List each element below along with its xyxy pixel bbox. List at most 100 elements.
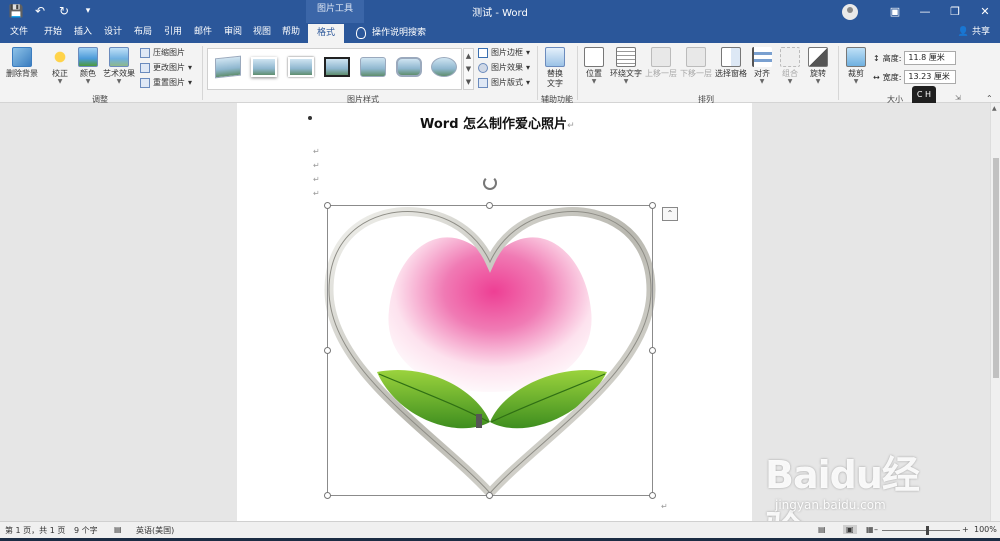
share-button[interactable]: 👤 共享 <box>958 23 990 43</box>
picture-style-5[interactable] <box>360 57 386 77</box>
resize-handle-bottom-right[interactable] <box>649 492 656 499</box>
color-button[interactable]: 颜色 ▼ <box>78 47 98 85</box>
tab-format[interactable]: 格式 <box>308 23 344 43</box>
close-icon[interactable]: ✕ <box>970 0 1000 23</box>
dropdown-arrow-icon: ▼ <box>787 78 793 85</box>
gallery-scroll[interactable]: ▲ ▼ ▼ <box>463 48 474 90</box>
alt-text-button[interactable]: 替换 文字 <box>545 47 565 89</box>
minimize-icon[interactable]: — <box>910 0 940 23</box>
resize-handle-left[interactable] <box>324 347 331 354</box>
tab-file[interactable]: 文件 <box>6 23 32 43</box>
tab-layout[interactable]: 布局 <box>130 23 156 43</box>
window-controls: ▣ — ❐ ✕ <box>842 0 1000 23</box>
picture-style-4[interactable] <box>324 57 350 77</box>
corrections-button[interactable]: 校正 ▼ <box>50 47 70 85</box>
selection-pane-button[interactable]: 选择窗格 <box>715 47 747 79</box>
read-mode-icon[interactable]: ▤ <box>818 525 826 534</box>
picture-layout-icon <box>478 77 488 88</box>
resize-handle-top-right[interactable] <box>649 202 656 209</box>
picture-style-6[interactable] <box>396 57 422 77</box>
user-avatar[interactable] <box>842 3 858 20</box>
zoom-level[interactable]: 100% <box>974 525 997 534</box>
reset-picture-button[interactable]: 重置图片 ▾ <box>140 77 192 88</box>
vertical-scrollbar[interactable]: ▲ <box>990 103 1000 521</box>
restore-icon[interactable]: ❐ <box>940 0 970 23</box>
picture-style-2[interactable] <box>251 57 277 77</box>
ribbon-display-options-icon[interactable]: ▣ <box>880 0 910 23</box>
zoom-slider-thumb[interactable] <box>926 526 929 535</box>
layout-options-icon[interactable]: ⌃ <box>662 207 678 221</box>
align-button[interactable]: 对齐 ▼ <box>752 47 772 85</box>
group-separator <box>838 46 839 100</box>
dropdown-arrow-icon: ▼ <box>57 78 63 85</box>
position-button[interactable]: 位置 ▼ <box>584 47 604 85</box>
language-indicator[interactable]: 英语(美国) <box>136 525 174 536</box>
gallery-up-icon[interactable]: ▲ <box>466 52 471 60</box>
tell-me-search[interactable]: 操作说明搜索 <box>356 23 426 43</box>
web-layout-icon[interactable]: ▦ <box>866 525 874 534</box>
rotate-button[interactable]: 旋转 ▼ <box>808 47 828 85</box>
height-input[interactable]: 11.8 厘米 <box>904 51 957 65</box>
group-separator <box>577 46 578 100</box>
picture-style-7[interactable] <box>431 57 457 77</box>
word-count[interactable]: 9 个字 <box>74 525 98 536</box>
picture-style-3[interactable] <box>288 57 314 77</box>
sun-icon <box>50 47 70 67</box>
customize-icon[interactable]: ▾ <box>80 3 96 19</box>
remove-background-button[interactable]: 删除背景 <box>6 47 38 79</box>
page-count[interactable]: 第 1 页，共 1 页 <box>5 525 65 536</box>
window-title: 测试 - Word <box>472 8 528 19</box>
width-input[interactable]: 13.23 厘米 <box>904 70 957 84</box>
picture-styles-gallery <box>207 48 462 90</box>
bring-forward-button[interactable]: 上移一层 <box>645 47 677 79</box>
tab-review[interactable]: 审阅 <box>220 23 246 43</box>
picture-effects-button[interactable]: 图片效果 ▾ <box>478 62 530 73</box>
tab-design[interactable]: 设计 <box>100 23 126 43</box>
resize-handle-top-left[interactable] <box>324 202 331 209</box>
tab-help[interactable]: 帮助 <box>278 23 304 43</box>
tab-view[interactable]: 视图 <box>249 23 275 43</box>
resize-handle-bottom-left[interactable] <box>324 492 331 499</box>
resize-handle-bottom[interactable] <box>486 492 493 499</box>
artistic-effects-button[interactable]: 艺术效果 ▼ <box>103 47 135 85</box>
send-backward-button[interactable]: 下移一层 <box>680 47 712 79</box>
collapse-ribbon-icon[interactable]: ⌃ <box>986 94 993 103</box>
undo-icon[interactable]: ↶ <box>32 3 48 19</box>
crop-button[interactable]: 裁剪 ▼ <box>846 47 866 85</box>
paragraph-mark-icon: ↵ <box>313 189 320 198</box>
compress-pictures-button[interactable]: 压缩图片 <box>140 47 185 58</box>
artistic-effects-icon <box>109 47 129 67</box>
save-icon[interactable]: 💾 <box>8 3 24 19</box>
resize-handle-right[interactable] <box>649 347 656 354</box>
picture-layout-button[interactable]: 图片版式 ▾ <box>478 77 530 88</box>
redo-icon[interactable]: ↻ <box>56 3 72 19</box>
gallery-down-icon[interactable]: ▼ <box>466 65 471 73</box>
size-dialog-launcher-icon[interactable]: ⇲ <box>955 94 961 102</box>
picture-style-1[interactable] <box>215 55 241 79</box>
resize-handle-top[interactable] <box>486 202 493 209</box>
tab-references[interactable]: 引用 <box>160 23 186 43</box>
change-picture-button[interactable]: 更改图片 ▾ <box>140 62 192 73</box>
picture-border-button[interactable]: 图片边框 ▾ <box>478 47 530 58</box>
tab-mailings[interactable]: 邮件 <box>190 23 216 43</box>
rotate-handle[interactable] <box>483 176 497 190</box>
print-layout-icon[interactable]: ▣ <box>843 525 857 534</box>
baidu-watermark: Baidu经验 jingyan.baidu.com <box>765 453 920 541</box>
quick-access-toolbar: 💾 ↶ ↻ ▾ <box>8 3 96 19</box>
proofing-icon[interactable]: ▤ <box>114 525 122 534</box>
tab-home[interactable]: 开始 <box>40 23 66 43</box>
group-button[interactable]: 组合 ▼ <box>780 47 800 85</box>
zoom-slider[interactable] <box>882 530 960 531</box>
scroll-up-icon[interactable]: ▲ <box>992 105 997 112</box>
bullet-icon <box>308 116 312 120</box>
tab-insert[interactable]: 插入 <box>70 23 96 43</box>
zoom-out-icon[interactable]: – <box>874 525 878 534</box>
wrap-text-button[interactable]: 环绕文字 ▼ <box>610 47 642 85</box>
scroll-thumb[interactable] <box>993 158 999 378</box>
zoom-in-icon[interactable]: + <box>962 525 969 534</box>
selection-pane-icon <box>721 47 741 67</box>
gallery-more-icon[interactable]: ▼ <box>466 78 471 86</box>
ribbon: 删除背景 校正 ▼ 颜色 ▼ 艺术效果 ▼ 压缩图片 更改图片 ▾ 重置图片 ▾… <box>0 43 1000 104</box>
document-heading[interactable]: Word 怎么制作爱心照片↵ <box>420 113 575 132</box>
group-separator <box>537 46 538 100</box>
